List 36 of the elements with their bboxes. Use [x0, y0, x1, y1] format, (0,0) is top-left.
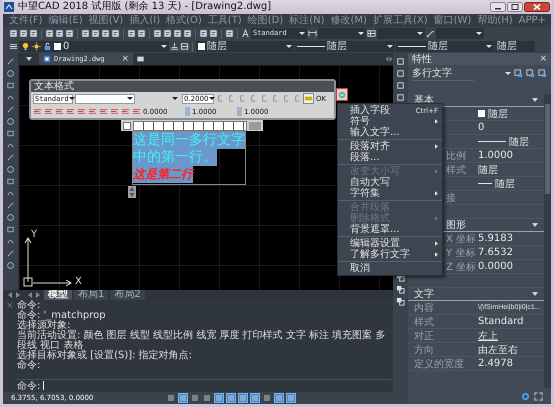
- property-value: 0.0000: [478, 261, 513, 272]
- property-value: 2.4978: [478, 358, 513, 369]
- property-value: 随层: [495, 178, 515, 190]
- property-label: 比例: [446, 150, 466, 162]
- property-label: 方向: [414, 344, 434, 356]
- property-value: 随层: [509, 136, 529, 148]
- window-title: 中望CAD 2018 试用版 (剩余 13 天) - [Drawing2.dwg]: [18, 1, 272, 13]
- property-label: X 坐标: [446, 234, 476, 244]
- property-label: Y 坐标: [446, 248, 476, 258]
- command-line: 当前活动设置: 颜色 图层 线型 线型比例 线宽 厚度 打印样式 文字 标注 填充图案 多段线 视口 表格: [17, 331, 386, 351]
- x-axis-label: X: [75, 276, 82, 287]
- property-label: 内容: [414, 302, 434, 314]
- property-label: 样式: [446, 164, 466, 176]
- property-value: 由左至右: [478, 344, 518, 356]
- property-label: 样式: [414, 316, 434, 328]
- y-axis-label: Y: [31, 229, 38, 240]
- command-line: 选择源对象:: [17, 321, 70, 331]
- command-line: 命令:: [17, 301, 42, 311]
- command-line: 命令:: [17, 361, 42, 371]
- toolbar-title: 文本格式: [31, 81, 334, 92]
- property-value: Standard: [478, 316, 524, 327]
- property-label: 定义的宽度: [414, 358, 464, 370]
- property-label: 对正: [414, 330, 434, 342]
- property-label: Z 坐标: [446, 262, 476, 272]
- layer-name: 0: [63, 41, 70, 52]
- panel-title: 特性: [412, 52, 432, 66]
- property-value: 5.9183: [478, 233, 513, 244]
- command-line: 选择目标对象或 [设置(S)]: 指定对角点:: [17, 351, 194, 361]
- property-value: 0: [478, 122, 484, 133]
- property-label: 接: [446, 192, 456, 204]
- property-value: 1.0000: [478, 150, 513, 161]
- property-value: 左上: [478, 330, 498, 342]
- property-value: 随层: [488, 108, 508, 120]
- property-value: 7.6532: [478, 247, 513, 258]
- command-line: 命令: '_matchprop: [17, 311, 107, 321]
- property-value: 随层: [478, 164, 498, 176]
